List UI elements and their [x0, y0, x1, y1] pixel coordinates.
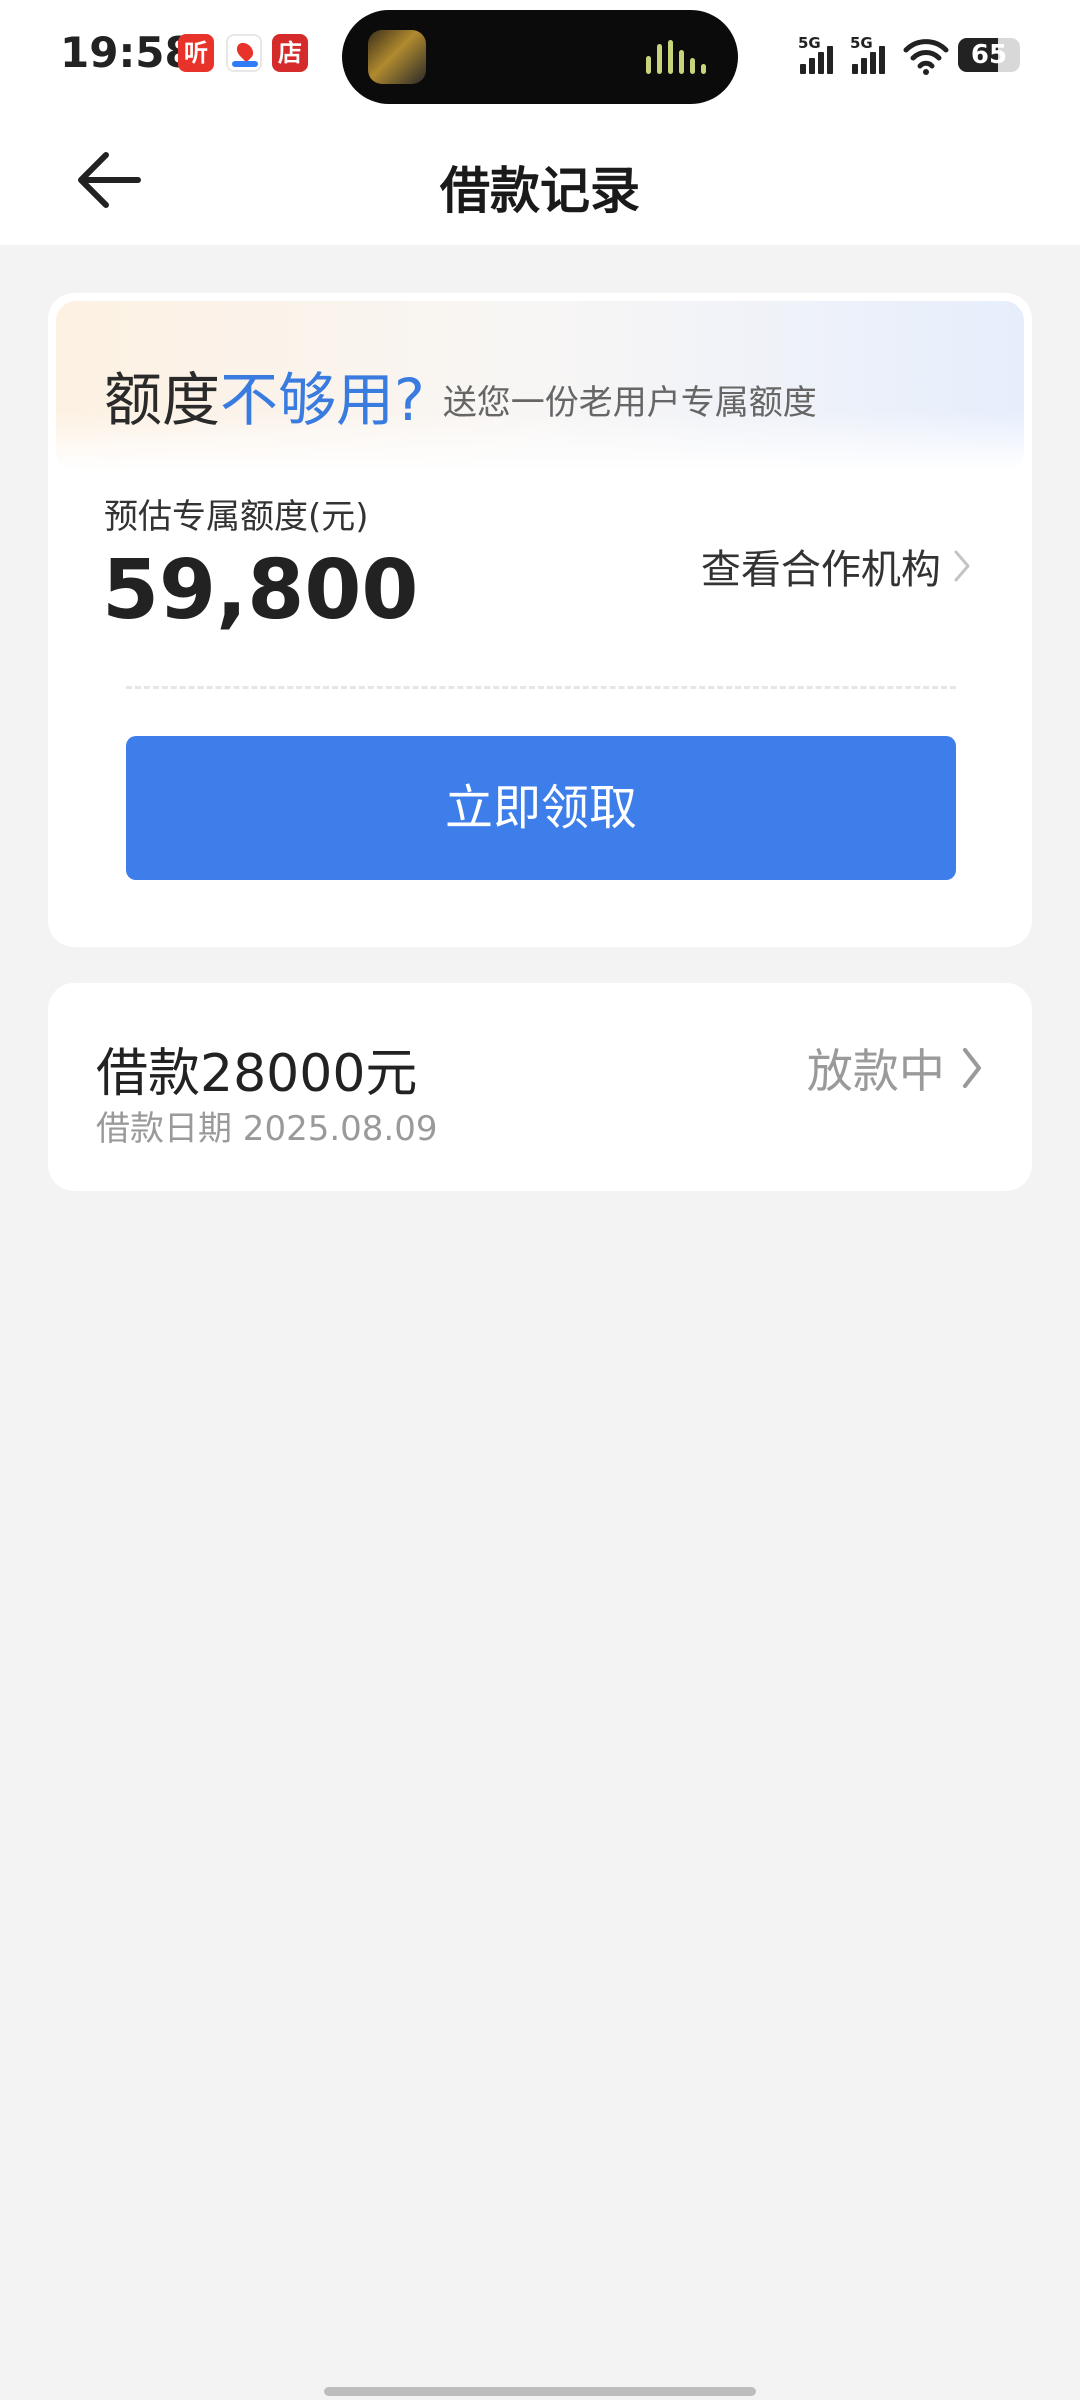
battery-icon: 65 — [958, 38, 1020, 72]
loan-date: 借款日期 2025.08.09 — [96, 1109, 438, 1149]
chevron-right-icon — [963, 1048, 981, 1088]
page-title: 借款记录 — [440, 162, 640, 220]
loan-amount-title: 借款28000元 — [96, 1044, 418, 1104]
quota-value: 59,800 — [102, 543, 419, 638]
promo-heading: 额度不够用? 送您一份老用户专属额度 — [104, 353, 817, 437]
battery-percent: 65 — [970, 40, 1008, 70]
loan-record-item[interactable]: 借款28000元 借款日期 2025.08.09 放款中 — [48, 983, 1032, 1191]
loan-status: 放款中 — [806, 1035, 984, 1098]
store-app-icon: 店 — [272, 34, 308, 72]
wifi-icon — [903, 39, 949, 75]
ting-app-icon: 听 — [178, 34, 214, 72]
promo-heading-highlight: 不够用? — [220, 366, 425, 434]
map-app-icon — [226, 34, 262, 72]
media-thumbnail — [368, 30, 426, 84]
audio-wave-icon — [646, 40, 708, 74]
quota-label: 预估专属额度(元) — [104, 497, 369, 537]
home-indicator[interactable] — [324, 2387, 756, 2396]
clock: 19:58 — [60, 28, 194, 77]
promo-subtitle: 送您一份老用户专属额度 — [442, 383, 817, 423]
claim-now-button[interactable]: 立即领取 — [126, 736, 956, 880]
signal-icon: 5G — [798, 34, 838, 74]
status-bar: 19:58 听 店 5G 5G 65 — [0, 0, 1080, 115]
loan-status-label: 放款中 — [806, 1044, 945, 1098]
quota-promo-card: 额度不够用? 送您一份老用户专属额度 预估专属额度(元) 59,800 查看合作机… — [48, 293, 1032, 947]
dynamic-island[interactable] — [342, 10, 738, 104]
view-partners-link[interactable]: 查看合作机构 — [701, 537, 972, 597]
chevron-right-icon — [954, 550, 970, 582]
signal-icon: 5G — [850, 34, 890, 74]
promo-heading-dark: 额度 — [104, 366, 221, 434]
nav-bar: 借款记录 — [0, 115, 1080, 245]
view-partners-label: 查看合作机构 — [700, 547, 941, 593]
dashed-divider — [126, 686, 956, 689]
